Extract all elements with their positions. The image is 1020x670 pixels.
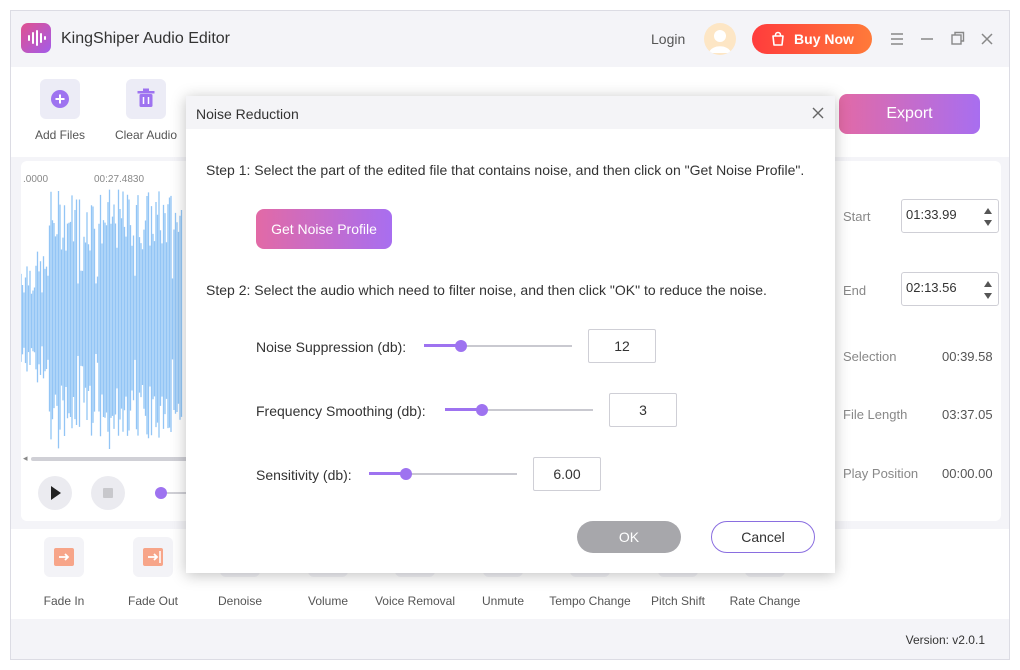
frequency-smoothing-input[interactable] [609,393,677,427]
end-time-stepper[interactable] [901,272,999,306]
effect-label: Fade Out [127,594,179,608]
effect-fade-out[interactable]: Fade Out [109,537,197,608]
play-position-value: 00:00.00 [942,466,993,481]
noise-reduction-dialog: Noise Reduction Step 1: Select the part … [186,96,835,573]
close-window-icon[interactable] [977,29,997,49]
effect-label: Denoise [217,594,263,608]
timecode-start: .0000 [23,174,49,185]
sensitivity-input[interactable] [533,457,601,491]
start-time-stepper[interactable] [901,199,999,233]
sensitivity-label: Sensitivity (db): [256,467,352,483]
end-time-input[interactable] [906,280,976,295]
menu-icon[interactable] [887,29,907,49]
add-files-label: Add Files [34,128,86,142]
start-up-icon[interactable] [984,208,992,214]
noise-suppression-input[interactable] [588,329,656,363]
buy-now-label: Buy Now [794,31,854,47]
cart-icon [772,31,784,46]
file-length-value: 03:37.05 [942,407,993,422]
add-files-button[interactable]: Add Files [20,79,100,142]
app-logo-icon [21,23,51,53]
dialog-close-icon[interactable] [811,106,825,120]
effect-label: Tempo Change [549,594,631,608]
step-1-text: Step 1: Select the part of the edited fi… [206,162,805,178]
app-title: KingShiper Audio Editor [61,30,230,47]
trash-icon [126,79,166,119]
effect-label: Fade In [43,594,85,608]
audio-waveform[interactable] [21,189,201,459]
effect-label: Voice Removal [374,594,456,608]
dialog-header: Noise Reduction [186,96,835,129]
login-link[interactable]: Login [651,31,685,47]
start-time-input[interactable] [906,207,976,222]
add-files-icon [40,79,80,119]
noise-suppression-label: Noise Suppression (db): [256,339,407,355]
buy-now-button[interactable]: Buy Now [752,24,872,54]
end-label: End [843,283,867,298]
horizontal-scrollbar[interactable] [31,457,201,461]
avatar[interactable] [704,23,736,55]
frequency-smoothing-slider[interactable] [445,402,593,418]
effect-label: Unmute [481,594,525,608]
fade-out-icon [133,537,173,577]
version-label: Version: v2.0.1 [905,633,985,647]
slider-thumb[interactable] [476,404,488,416]
stop-icon [103,488,113,498]
get-noise-profile-button[interactable]: Get Noise Profile [256,209,392,249]
slider-thumb[interactable] [455,340,467,352]
clear-audio-label: Clear Audio [114,128,178,142]
fade-in-icon [44,537,84,577]
minimize-icon[interactable] [917,29,937,49]
play-icon [51,486,61,500]
noise-suppression-slider[interactable] [424,338,572,354]
play-button[interactable] [38,476,72,510]
scroll-left-icon[interactable]: ◂ [23,453,28,464]
step-2-text: Step 2: Select the audio which need to f… [206,282,767,298]
play-position-label: Play Position [843,466,919,481]
timecode-mark: 00:27.4830 [94,174,145,185]
ok-button[interactable]: OK [577,521,681,553]
playback-slider-thumb[interactable] [155,487,167,499]
effect-label: Volume [307,594,349,608]
slider-thumb[interactable] [400,468,412,480]
maximize-icon[interactable] [947,29,967,49]
title-bar: KingShiper Audio Editor Login Buy Now [11,11,1009,67]
frequency-smoothing-label: Frequency Smoothing (db): [256,403,426,419]
effect-label: Rate Change [729,594,801,608]
sensitivity-slider[interactable] [369,466,517,482]
export-button[interactable]: Export [839,94,980,134]
end-up-icon[interactable] [984,281,992,287]
file-length-label: File Length [843,407,908,422]
selection-label: Selection [843,349,897,364]
cancel-button[interactable]: Cancel [711,521,815,553]
end-down-icon[interactable] [984,293,992,299]
start-down-icon[interactable] [984,220,992,226]
start-label: Start [843,209,871,224]
stop-button[interactable] [91,476,125,510]
selection-value: 00:39.58 [942,349,993,364]
effect-fade-in[interactable]: Fade In [20,537,108,608]
dialog-title: Noise Reduction [196,106,299,122]
clear-audio-button[interactable]: Clear Audio [106,79,186,142]
effect-label: Pitch Shift [650,594,706,608]
